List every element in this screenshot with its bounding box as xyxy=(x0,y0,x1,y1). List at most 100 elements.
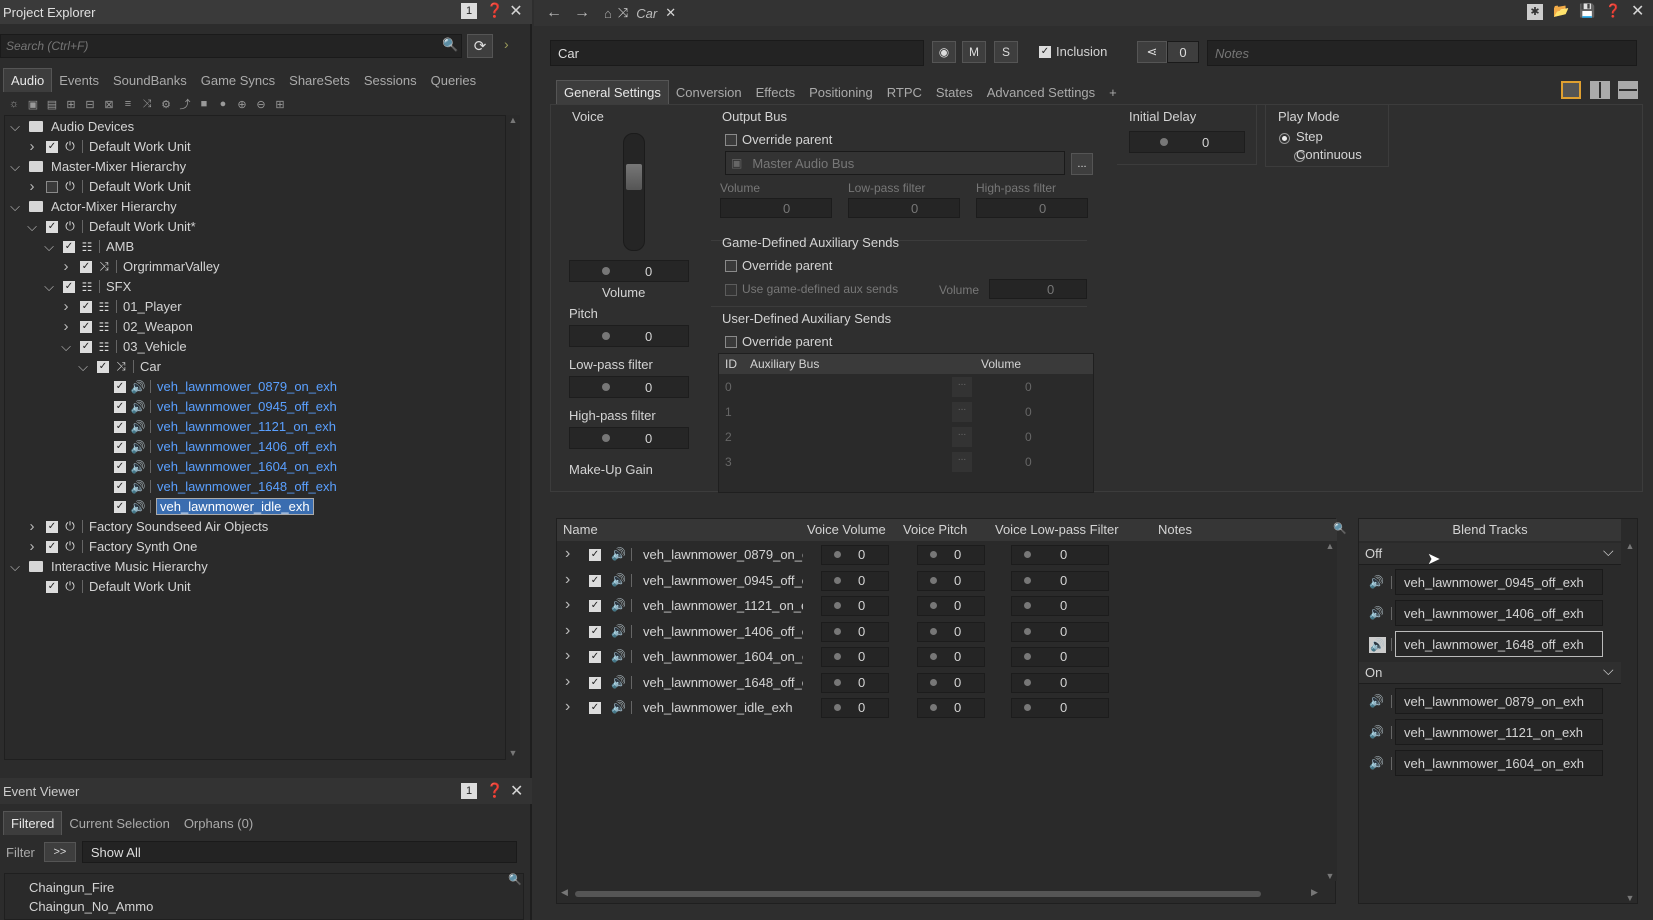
voice-volume-slider[interactable]: 0 xyxy=(821,672,889,693)
star-icon[interactable]: ✱ xyxy=(1527,4,1543,20)
tree-item-checkbox[interactable]: ✓ xyxy=(46,220,58,233)
event-tab-2[interactable]: Orphans (0) xyxy=(177,812,260,835)
chevron-right-icon[interactable]: › xyxy=(60,258,72,275)
contents-header-2[interactable]: Voice Pitch xyxy=(903,522,967,537)
pin-button[interactable]: 1 xyxy=(461,3,477,19)
toolbar-icon-11[interactable]: ● xyxy=(215,98,231,110)
row-pitch-value[interactable]: 0 xyxy=(954,675,961,690)
voice-volume-slider[interactable]: 0 xyxy=(821,698,889,718)
voice-lpf-slider[interactable]: 0 xyxy=(1011,596,1109,616)
blend-track-item[interactable]: veh_lawnmower_1121_on_exh xyxy=(1395,719,1603,745)
tree-item[interactable]: ✓ 🔊 veh_lawnmower_1604_on_exh xyxy=(5,456,337,477)
layout-single-icon[interactable] xyxy=(1561,81,1581,99)
aux-table-row[interactable]: 2... 0 xyxy=(719,426,1079,450)
row-lpf-value[interactable]: 0 xyxy=(1060,573,1067,588)
contents-header-1[interactable]: Voice Volume xyxy=(807,522,886,537)
tree-item[interactable]: ✓ ⏻ Default Work Unit xyxy=(5,576,191,597)
tree-item[interactable]: ✓ 🔊 veh_lawnmower_idle_exh xyxy=(5,496,314,517)
property-tab-7[interactable]: + xyxy=(1102,81,1124,104)
toolbar-icon-0[interactable]: ☼ xyxy=(6,98,22,110)
blend-group-header[interactable]: Off ⌵ xyxy=(1359,543,1621,565)
use-game-aux-checkbox[interactable] xyxy=(725,284,737,296)
voice-pitch-slider[interactable]: 0 xyxy=(917,672,985,693)
event-viewer-close-icon[interactable]: ✕ xyxy=(510,781,523,801)
blend-track-item[interactable]: veh_lawnmower_1604_on_exh xyxy=(1395,750,1603,776)
chevron-down-icon[interactable]: ⌵ xyxy=(9,559,21,575)
tree-item[interactable]: › ✓ ⏻ Default Work Unit xyxy=(5,136,191,157)
toolbar-icon-5[interactable]: ⊠ xyxy=(101,98,117,111)
tree-item-checkbox[interactable]: ✓ xyxy=(80,320,92,333)
filter-value-field[interactable]: Show All xyxy=(81,841,517,863)
row-lpf-value[interactable]: 0 xyxy=(1060,598,1067,613)
voice-volume-slider[interactable]: 0 xyxy=(821,621,889,642)
row-checkbox[interactable]: ✓ xyxy=(589,549,601,561)
event-tab-1[interactable]: Current Selection xyxy=(62,812,176,835)
chevron-right-icon[interactable]: › xyxy=(565,571,570,589)
contents-header-0[interactable]: Name xyxy=(563,522,598,537)
tree-item[interactable]: ⌵ ✓ ⤨ Car xyxy=(5,356,161,377)
voice-volume-slider[interactable]: 0 xyxy=(821,570,889,591)
tree-item[interactable]: › ✓ ☷ 01_Player xyxy=(5,296,182,317)
tree-item-checkbox[interactable]: ✓ xyxy=(114,480,126,493)
blend-track-item[interactable]: veh_lawnmower_0945_off_exh xyxy=(1395,569,1603,595)
row-volume-value[interactable]: 0 xyxy=(858,624,865,639)
tree-item[interactable]: › ✓ ⏻ Factory Synth One xyxy=(5,536,198,557)
search-icon[interactable]: 🔍 xyxy=(442,37,458,53)
share-button[interactable]: ⋖ xyxy=(1137,41,1167,63)
aux-row-volume[interactable]: 0 xyxy=(1025,430,1032,444)
contents-header-3[interactable]: Voice Low-pass Filter xyxy=(995,522,1119,537)
save-icon[interactable]: 💾 xyxy=(1579,3,1595,19)
project-tab-sharesets[interactable]: ShareSets xyxy=(282,69,357,92)
pitch-slider[interactable]: 0 xyxy=(569,325,689,347)
chevron-right-icon[interactable]: › xyxy=(26,178,38,195)
tree-item-checkbox[interactable]: ✓ xyxy=(114,500,126,513)
row-checkbox[interactable]: ✓ xyxy=(589,676,601,689)
tree-item-checkbox[interactable]: ✓ xyxy=(63,240,75,253)
lock-icon[interactable]: ⌂ xyxy=(604,6,612,21)
chevron-right-icon[interactable]: › xyxy=(26,138,38,155)
tree-item-checkbox[interactable]: ✓ xyxy=(46,140,58,153)
voice-lpf-slider[interactable]: 0 xyxy=(1011,672,1109,693)
row-checkbox[interactable]: ✓ xyxy=(589,651,601,663)
table-row[interactable]: › ✓ 🔊 veh_lawnmower_0945_off_exh 0 0 0 xyxy=(557,569,1323,593)
chevron-down-icon[interactable]: ⌵ xyxy=(60,339,72,355)
project-tab-events[interactable]: Events xyxy=(52,69,106,92)
blend-track-item[interactable]: veh_lawnmower_1648_off_exh xyxy=(1395,631,1603,657)
editor-close-icon[interactable]: ✕ xyxy=(1631,1,1644,21)
chevron-right-icon[interactable]: › xyxy=(565,673,570,691)
go-arrow-icon[interactable]: › xyxy=(504,36,509,52)
output-bus-lpf-slider[interactable]: 0 xyxy=(848,198,960,218)
row-lpf-value[interactable]: 0 xyxy=(1060,649,1067,664)
voice-lpf-slider[interactable]: 0 xyxy=(1011,698,1109,718)
row-volume-value[interactable]: 0 xyxy=(858,649,865,664)
volume-fader-thumb[interactable] xyxy=(626,164,642,190)
property-tab-3[interactable]: Positioning xyxy=(802,81,880,104)
row-volume-value[interactable]: 0 xyxy=(858,547,865,562)
tree-item-checkbox[interactable]: ✓ xyxy=(114,400,126,413)
chevron-right-icon[interactable]: › xyxy=(565,698,570,716)
voice-pitch-slider[interactable]: 0 xyxy=(917,596,985,616)
aux-row-volume[interactable]: 0 xyxy=(1025,405,1032,419)
toolbar-icon-1[interactable]: ▣ xyxy=(25,98,41,111)
blend-track-item[interactable]: veh_lawnmower_0879_on_exh xyxy=(1395,688,1603,714)
tree-item-checkbox[interactable]: ✓ xyxy=(80,260,92,273)
event-search-icon[interactable]: 🔍 xyxy=(508,873,522,886)
tree-item[interactable]: ✓ 🔊 veh_lawnmower_1406_off_exh xyxy=(5,436,337,457)
property-tab-0[interactable]: General Settings xyxy=(556,80,669,104)
row-pitch-value[interactable]: 0 xyxy=(954,700,961,715)
toolbar-icon-4[interactable]: ⊟ xyxy=(82,98,98,111)
filter-expand-button[interactable]: >> xyxy=(43,842,76,862)
table-row[interactable]: › ✓ 🔊 veh_lawnmower_1604_on_exh 0 0 0 xyxy=(557,645,1323,669)
row-checkbox[interactable]: ✓ xyxy=(589,574,601,587)
chevron-down-icon[interactable]: ⌵ xyxy=(26,219,38,235)
row-volume-value[interactable]: 0 xyxy=(858,700,865,715)
chevron-down-icon[interactable]: ⌵ xyxy=(43,279,55,295)
table-row[interactable]: › ✓ 🔊 veh_lawnmower_0879_on_exh 0 0 0 xyxy=(557,543,1323,567)
row-lpf-value[interactable]: 0 xyxy=(1060,700,1067,715)
chevron-right-icon[interactable]: › xyxy=(565,545,570,563)
row-pitch-value[interactable]: 0 xyxy=(954,573,961,588)
tree-item[interactable]: ✓ 🔊 veh_lawnmower_0879_on_exh xyxy=(5,376,337,397)
aux-header-bus[interactable]: Auxiliary Bus xyxy=(750,357,819,371)
blend-track-item[interactable]: veh_lawnmower_1406_off_exh xyxy=(1395,600,1603,626)
volume-slider[interactable]: 0 xyxy=(569,260,689,282)
